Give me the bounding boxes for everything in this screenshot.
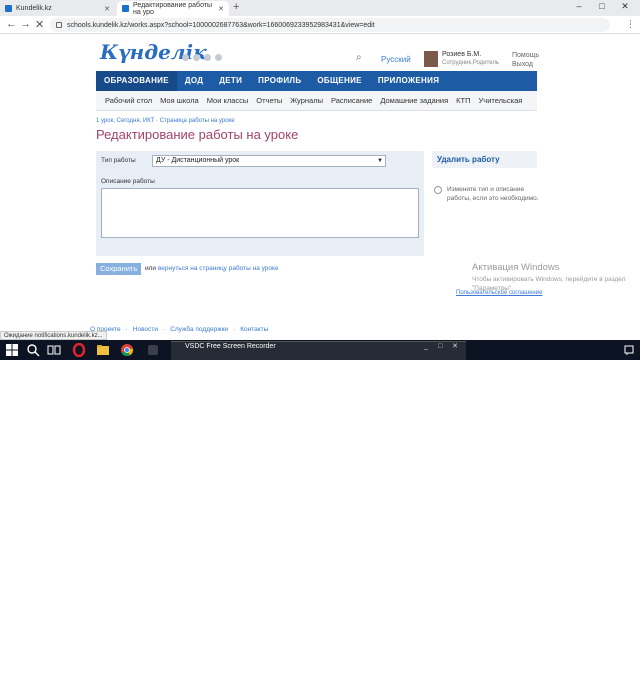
footer-link-contacts[interactable]: Контакты	[240, 326, 268, 333]
back-to-work-link[interactable]: вернуться на страницу работы на уроке	[158, 265, 279, 272]
page-title: Редактирование работы на уроке	[96, 127, 299, 142]
vsdc-window-controls[interactable]: _ □ ✕	[424, 342, 462, 352]
user-agreement-link[interactable]: Пользовательское соглашение	[456, 290, 542, 296]
browser-menu-icon[interactable]: ⋮	[626, 19, 635, 30]
dropdown-arrow-icon: ▼	[377, 158, 383, 164]
clock-time: 8:02	[593, 683, 605, 689]
save-button[interactable]: Сохранить	[96, 263, 142, 275]
or-text: или	[145, 265, 157, 272]
user-name[interactable]: Розиев Б.М.	[442, 51, 481, 58]
search-icon[interactable]	[26, 343, 40, 357]
subnav-item-desktop[interactable]: Рабочий стол	[105, 96, 152, 105]
user-role: Сотрудник,Родитель	[442, 60, 500, 66]
sub-navigation: Рабочий стол Моя школа Мои классы Отчеты…	[96, 91, 537, 111]
work-type-label: Тип работы	[101, 157, 136, 164]
nav-item-education[interactable]: ОБРАЗОВАНИЕ	[96, 71, 177, 91]
subnav-item-homework[interactable]: Домашние задания	[380, 96, 448, 105]
subnav-item-teachers-room[interactable]: Учительская	[479, 96, 523, 105]
maximize-button[interactable]: □	[591, 1, 613, 11]
breadcrumb[interactable]: 1 урок, Сегодня, ИКТ · Страница работы н…	[96, 118, 235, 124]
nav-item-dod[interactable]: ДОД	[177, 71, 211, 91]
browser-tab-kundelik[interactable]: Kundelik.kz ✕	[0, 1, 115, 16]
chrome-icon[interactable]	[120, 343, 134, 357]
nav-item-apps[interactable]: ПРИЛОЖЕНИЯ	[370, 71, 447, 91]
app-icon[interactable]	[146, 343, 160, 357]
browser-status-bar: Ожидание notifications.kundelik.kz...	[0, 331, 107, 340]
kundelik-favicon-icon	[5, 5, 12, 12]
settings-icon[interactable]	[215, 54, 222, 61]
edit-work-form: Тип работы ДУ - Дистанционный урок ▼ Опи…	[96, 151, 424, 256]
work-type-value: ДУ - Дистанционный урок	[156, 157, 240, 164]
subnav-item-journals[interactable]: Журналы	[290, 96, 323, 105]
browser-tab-edit-work[interactable]: Редактирование работы на уро ✕	[117, 1, 229, 16]
forward-arrow-icon[interactable]: →	[20, 18, 31, 30]
nav-item-communication[interactable]: ОБЩЕНИЕ	[309, 71, 369, 91]
avatar[interactable]	[424, 51, 438, 67]
friends-icon[interactable]	[193, 54, 200, 61]
vsdc-recorder-window[interactable]: VSDC Free Screen Recorder _ □ ✕	[171, 341, 466, 360]
nav-item-children[interactable]: ДЕТИ	[211, 71, 250, 91]
opera-icon[interactable]	[72, 343, 86, 357]
close-tab-icon[interactable]: ✕	[218, 5, 224, 13]
header-icons	[182, 54, 222, 61]
footer-link-support[interactable]: Служба поддержки	[170, 326, 228, 333]
description-label: Описание работы	[101, 178, 155, 185]
windows-start-icon[interactable]	[5, 343, 19, 357]
lock-icon	[56, 22, 62, 28]
main-navigation: ОБРАЗОВАНИЕ ДОД ДЕТИ ПРОФИЛЬ ОБЩЕНИЕ ПРИ…	[96, 71, 537, 91]
subnav-item-schedule[interactable]: Расписание	[331, 96, 372, 105]
stop-loading-icon[interactable]: ✕	[35, 18, 44, 31]
close-window-button[interactable]: ✕	[614, 1, 636, 12]
description-textarea[interactable]	[101, 188, 419, 238]
clock[interactable]: 8:02 20.04.2020	[584, 682, 614, 698]
delete-work-button[interactable]: Удалить работу	[432, 151, 537, 168]
back-arrow-icon[interactable]: ←	[6, 18, 17, 30]
new-tab-button[interactable]: +	[233, 1, 239, 13]
vsdc-title: VSDC Free Screen Recorder	[185, 343, 276, 350]
sidebar-hint: Измените тип и описание работы, если это…	[447, 186, 539, 202]
language-select[interactable]: Русский	[381, 55, 411, 64]
file-explorer-icon[interactable]	[96, 343, 110, 357]
footer-links: О проекте · Новости · Служба поддержки · Ко…	[90, 326, 269, 333]
address-bar[interactable]: schools.kundelik.kz/works.aspx?school=10…	[50, 18, 610, 32]
tab-label: Kundelik.kz	[16, 5, 52, 12]
url-text: schools.kundelik.kz/works.aspx?school=10…	[67, 21, 375, 29]
subnav-item-my-classes[interactable]: Мои классы	[207, 96, 249, 105]
tray-icons[interactable]: ⌃ ▭ ◀	[540, 686, 559, 693]
notifications-icon[interactable]	[204, 54, 211, 61]
subnav-item-ktp[interactable]: КТП	[456, 96, 470, 105]
keyboard-language[interactable]: ENG	[566, 686, 579, 692]
tab-label: Редактирование работы на уро	[133, 1, 213, 16]
search-icon[interactable]: ⌕	[356, 52, 362, 63]
clock-date: 20.04.2020	[584, 691, 615, 697]
browser-tab-strip: Kundelik.kz ✕ Редактирование работы на у…	[0, 0, 640, 16]
work-type-select[interactable]: ДУ - Дистанционный урок ▼	[152, 155, 386, 167]
windows-activation-watermark: Активация Windows Чтобы активировать Win…	[472, 262, 640, 293]
minimize-button[interactable]: –	[568, 1, 590, 11]
notifications-icon[interactable]	[622, 343, 636, 357]
logout-link[interactable]: Выход	[512, 60, 539, 69]
kundelik-favicon-icon	[122, 5, 129, 12]
nav-item-profile[interactable]: ПРОФИЛЬ	[250, 71, 309, 91]
watermark-title: Активация Windows	[472, 262, 560, 273]
task-view-icon[interactable]	[47, 343, 61, 357]
messages-icon[interactable]	[182, 54, 189, 61]
help-link[interactable]: Помощь	[512, 51, 539, 60]
subnav-item-reports[interactable]: Отчеты	[256, 96, 282, 105]
close-tab-icon[interactable]: ✕	[104, 5, 110, 13]
browser-toolbar: ← → ✕ schools.kundelik.kz/works.aspx?sch…	[0, 16, 640, 34]
footer-link-news[interactable]: Новости	[133, 326, 158, 333]
subnav-item-my-school[interactable]: Моя школа	[160, 96, 199, 105]
info-icon	[434, 186, 442, 194]
